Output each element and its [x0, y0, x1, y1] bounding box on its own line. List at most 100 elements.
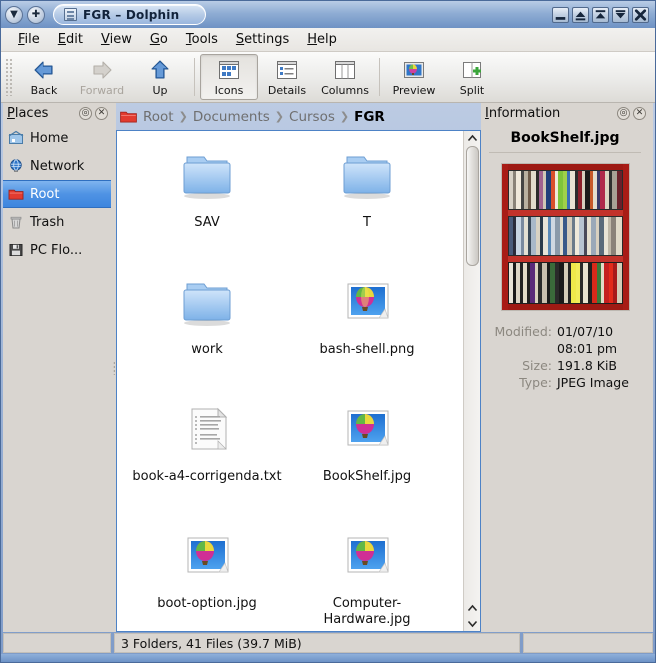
up-button[interactable]: Up: [131, 54, 189, 100]
file-item[interactable]: SAV: [127, 141, 287, 268]
content-area: Places ◎ ✕ Home Network Root Trash PC Fl…: [1, 103, 655, 632]
file-item[interactable]: T: [287, 141, 447, 268]
up-label: Up: [152, 83, 168, 97]
shade-button[interactable]: [572, 6, 589, 23]
toolbar-separator: [194, 58, 195, 96]
scrollbar-thumb[interactable]: [465, 146, 479, 266]
window-controls: [552, 6, 651, 23]
menu-file[interactable]: File: [9, 30, 49, 49]
bookshelf-thumbnail: [501, 164, 629, 310]
file-item[interactable]: book-a4-corrigenda.txt: [127, 395, 287, 522]
menu-help[interactable]: Help: [298, 30, 346, 49]
sidebar-item-root[interactable]: Root: [3, 180, 111, 208]
breadcrumb-separator: ❯: [178, 110, 188, 123]
breadcrumb-separator: ❯: [339, 110, 350, 123]
split-label: Split: [459, 83, 485, 97]
sidebar-item-trash[interactable]: Trash: [3, 208, 111, 236]
icons-label: Icons: [214, 83, 244, 97]
sidebar-item-label: Network: [30, 158, 85, 174]
icon-view[interactable]: SAV T work bash-shell.png book-a4-corrig…: [117, 131, 463, 631]
file-label: T: [363, 215, 371, 230]
file-item[interactable]: BookShelf.jpg: [287, 395, 447, 522]
toolbar-separator-2: [379, 58, 380, 96]
menu-tools[interactable]: Tools: [177, 30, 227, 49]
preview-label: Preview: [392, 83, 436, 97]
arrow-up-icon: [151, 59, 169, 79]
scroll-up-button-secondary[interactable]: [465, 601, 480, 616]
metadata-row: 08:01 pm: [481, 340, 643, 357]
information-close-icon[interactable]: ✕: [633, 107, 646, 120]
places-lock-icon[interactable]: ◎: [79, 107, 92, 120]
details-view-icon: [277, 60, 297, 79]
scroll-down-button[interactable]: [465, 616, 480, 631]
back-label: Back: [30, 83, 58, 97]
file-item[interactable]: bash-shell.png: [287, 268, 447, 395]
file-item[interactable]: boot-option.jpg: [127, 522, 287, 631]
view-mode-icons-button[interactable]: Icons: [200, 54, 258, 100]
lower-button[interactable]: [612, 6, 629, 23]
menu-edit[interactable]: Edit: [49, 30, 92, 49]
metadata-key: Type:: [519, 375, 552, 390]
menu-dropdown-button[interactable]: ▼: [5, 5, 23, 24]
view-mode-columns-button[interactable]: Columns: [316, 54, 374, 100]
image-thumbnail-icon: [175, 530, 239, 588]
vertical-scrollbar[interactable]: [463, 131, 480, 631]
close-button[interactable]: [632, 6, 649, 23]
breadcrumb-item-root[interactable]: Root: [143, 109, 174, 125]
preview-toggle-button[interactable]: Preview: [385, 54, 443, 100]
information-header: Information ◎ ✕: [481, 103, 649, 124]
file-label: BookShelf.jpg: [322, 469, 412, 484]
sidebar-item-label: Home: [30, 130, 69, 146]
breadcrumb-item-documents[interactable]: Documents: [193, 109, 270, 125]
menu-go[interactable]: Go: [141, 30, 177, 49]
breadcrumb-item-fgr[interactable]: FGR: [354, 109, 385, 125]
breadcrumb-root-folder-icon: [120, 111, 137, 123]
scroll-up-button[interactable]: [465, 131, 480, 146]
columns-label: Columns: [321, 83, 369, 97]
title-bar: ▼ ✚ FGR – Dolphin: [1, 1, 655, 28]
file-grid: SAV T work bash-shell.png book-a4-corrig…: [127, 141, 459, 631]
window-tab[interactable]: FGR – Dolphin: [53, 4, 207, 25]
root-folder-icon: [8, 189, 24, 200]
scroll-step-buttons: [465, 601, 480, 631]
menu-settings[interactable]: Settings: [227, 30, 298, 49]
forward-button[interactable]: Forward: [73, 54, 131, 100]
information-panel: Information ◎ ✕ BookShelf.jpg Modified: …: [481, 103, 653, 632]
menu-view[interactable]: View: [92, 30, 141, 49]
information-title: Information: [485, 106, 561, 121]
toolbar: Back Forward Up Icons Details Columns Pr…: [1, 52, 655, 103]
metadata-value: JPEG Image: [557, 375, 629, 390]
places-title: Places: [7, 106, 49, 121]
image-thumbnail-icon: [335, 276, 399, 334]
split-view-button[interactable]: Split: [443, 54, 501, 100]
icons-view-icon: [219, 60, 239, 79]
scrollbar-trough[interactable]: [465, 146, 479, 601]
breadcrumb-item-cursos[interactable]: Cursos: [289, 109, 335, 125]
dolphin-icon: [64, 8, 77, 21]
information-divider: [489, 152, 641, 153]
sidebar-item-network[interactable]: Network: [3, 152, 111, 180]
metadata-key: Modified:: [494, 324, 552, 339]
file-item[interactable]: Computer-Hardware.jpg: [287, 522, 447, 631]
minimize-button[interactable]: [552, 6, 569, 23]
information-preview: [500, 163, 630, 311]
metadata-value: 08:01 pm: [557, 341, 618, 356]
places-close-icon[interactable]: ✕: [95, 107, 108, 120]
sidebar-item-pc-floppy[interactable]: PC Flo...: [3, 236, 111, 264]
breadcrumb: Root ❯ Documents ❯ Cursos ❯ FGR: [116, 103, 481, 130]
file-label: work: [191, 342, 223, 357]
file-item[interactable]: work: [127, 268, 287, 395]
file-label: SAV: [194, 215, 220, 230]
information-lock-icon[interactable]: ◎: [617, 107, 630, 120]
view-mode-details-button[interactable]: Details: [258, 54, 316, 100]
sidebar-item-label: Trash: [30, 214, 65, 230]
maximize-button[interactable]: [592, 6, 609, 23]
back-button[interactable]: Back: [15, 54, 73, 100]
metadata-row: Size: 191.8 KiB: [481, 357, 643, 374]
dolphin-window: ▼ ✚ FGR – Dolphin File Edit View Go Tool…: [0, 0, 656, 663]
metadata-row: Modified: 01/07/10: [481, 323, 643, 340]
sidebar-item-home[interactable]: Home: [3, 124, 111, 152]
breadcrumb-separator: ❯: [274, 110, 285, 123]
add-tab-button[interactable]: ✚: [27, 5, 45, 24]
toolbar-grip[interactable]: [5, 58, 12, 96]
